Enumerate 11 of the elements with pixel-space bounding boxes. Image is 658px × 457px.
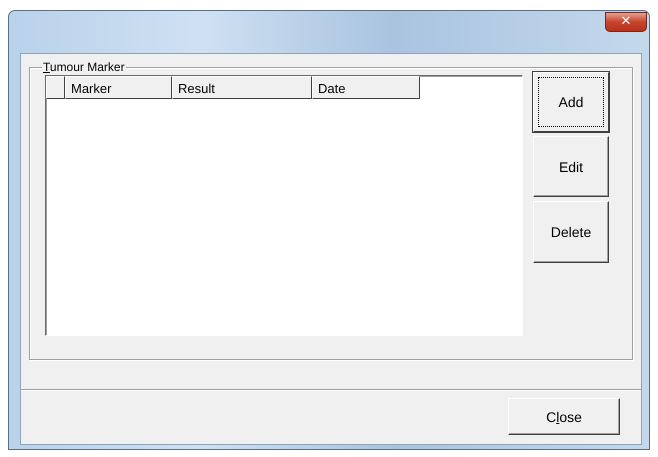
- add-button[interactable]: Add: [533, 72, 609, 132]
- column-header[interactable]: Date: [312, 76, 420, 99]
- column-header[interactable]: Marker: [65, 76, 172, 99]
- list-view[interactable]: Marker Result Date: [45, 75, 523, 336]
- delete-button[interactable]: Delete: [533, 201, 609, 263]
- close-icon[interactable]: ✕: [605, 12, 647, 32]
- group-title: Tumour Marker: [42, 60, 126, 74]
- column-header[interactable]: [46, 76, 65, 99]
- close-button[interactable]: Close: [508, 398, 620, 435]
- edit-button[interactable]: Edit: [533, 136, 609, 197]
- column-header[interactable]: Result: [172, 76, 312, 99]
